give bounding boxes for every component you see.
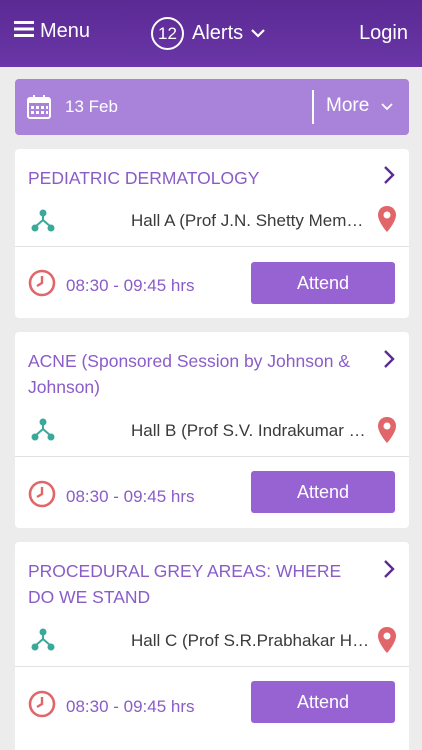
chevron-right-icon[interactable] <box>383 165 395 190</box>
session-card: PEDIATRIC DERMATOLOGY Hall A (Prof J.N. … <box>15 149 409 318</box>
hamburger-icon <box>14 20 34 43</box>
clock-icon <box>28 269 56 302</box>
menu-button[interactable]: Menu <box>14 20 90 43</box>
hall-name: Hall C (Prof S.R.Prabhakar Hall) <box>131 631 371 650</box>
session-card: ACNE (Sponsored Session by Johnson & Joh… <box>15 332 409 528</box>
attend-button[interactable]: Attend <box>251 681 395 723</box>
alerts-count-badge: 12 <box>151 17 184 50</box>
calendar-icon[interactable] <box>27 95 51 124</box>
divider <box>15 456 409 457</box>
divider <box>15 666 409 667</box>
map-pin-icon[interactable] <box>377 205 397 238</box>
divider <box>312 90 314 124</box>
divider <box>15 246 409 247</box>
chevron-right-icon[interactable] <box>383 559 395 584</box>
session-time: 08:30 - 09:45 hrs <box>66 487 195 506</box>
session-card: PROCEDURAL GREY AREAS: WHERE DO WE STAND… <box>15 542 409 750</box>
session-title[interactable]: ACNE (Sponsored Session by Johnson & Joh… <box>28 348 358 400</box>
login-button[interactable]: Login <box>359 22 408 45</box>
map-pin-icon[interactable] <box>377 416 397 449</box>
more-dropdown[interactable]: More <box>326 95 393 117</box>
more-label: More <box>326 95 370 116</box>
date-bar: 13 Feb More <box>15 79 409 135</box>
selected-date[interactable]: 13 Feb <box>65 97 118 117</box>
network-icon <box>30 207 56 238</box>
session-time: 08:30 - 09:45 hrs <box>66 276 195 295</box>
menu-label: Menu <box>40 20 91 42</box>
top-bar: Menu 12 Alerts Login <box>0 0 422 67</box>
hall-name: Hall A (Prof J.N. Shetty Memorial Hall) <box>131 211 371 230</box>
network-icon <box>30 626 56 657</box>
chevron-right-icon[interactable] <box>383 349 395 374</box>
alerts-button[interactable]: 12 Alerts <box>151 17 265 50</box>
hall-name: Hall B (Prof S.V. Indrakumar Hall) <box>131 421 371 440</box>
alerts-label: Alerts <box>192 22 244 44</box>
session-time: 08:30 - 09:45 hrs <box>66 697 195 716</box>
chevron-down-icon <box>381 95 393 117</box>
chevron-down-icon <box>251 25 265 43</box>
network-icon <box>30 416 56 447</box>
attend-button[interactable]: Attend <box>251 471 395 513</box>
attend-button[interactable]: Attend <box>251 262 395 304</box>
session-title[interactable]: PEDIATRIC DERMATOLOGY <box>28 165 358 191</box>
map-pin-icon[interactable] <box>377 626 397 659</box>
clock-icon <box>28 690 56 723</box>
clock-icon <box>28 480 56 513</box>
session-title[interactable]: PROCEDURAL GREY AREAS: WHERE DO WE STAND <box>28 558 358 610</box>
